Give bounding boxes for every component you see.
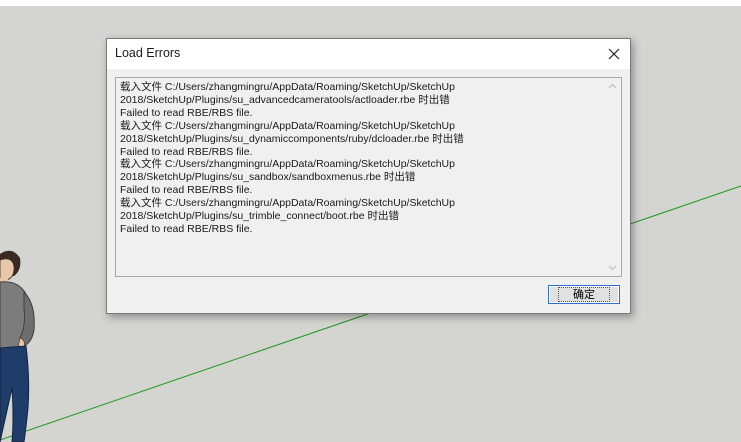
ok-button-label: 确定 xyxy=(558,287,610,302)
close-icon xyxy=(608,48,620,60)
scroll-down-arrow-icon[interactable] xyxy=(608,263,617,272)
close-button[interactable] xyxy=(604,44,624,64)
ok-button[interactable]: 确定 xyxy=(548,285,620,304)
dialog-title: Load Errors xyxy=(115,46,181,60)
dialog-titlebar[interactable]: Load Errors xyxy=(107,39,630,69)
vertical-scrollbar[interactable] xyxy=(604,78,621,276)
error-message-text: 载入文件 C:/Users/zhangmingru/AppData/Roamin… xyxy=(120,81,464,235)
error-message-box[interactable]: 载入文件 C:/Users/zhangmingru/AppData/Roamin… xyxy=(115,77,622,277)
scroll-up-arrow-icon[interactable] xyxy=(608,82,617,91)
scale-figure xyxy=(0,250,35,442)
load-errors-dialog: Load Errors 载入文件 C:/Users/zhangmingru/Ap… xyxy=(106,38,631,314)
